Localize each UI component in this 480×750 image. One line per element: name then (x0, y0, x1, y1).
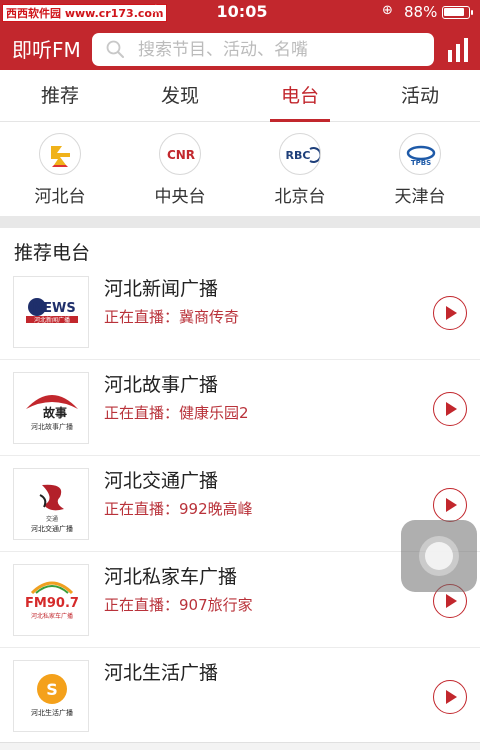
play-icon (446, 690, 457, 704)
app-header: 西西软件园 www.cr173.com ✳ 10:05 ⊕ 88% 即听FM (0, 0, 480, 70)
battery-fill (444, 8, 464, 16)
live-program: 正在直播：冀商传奇 (104, 308, 240, 326)
station-thumbnail: FM90.7 河北私家车广播 (13, 564, 89, 636)
assistive-touch-icon[interactable] (401, 520, 477, 592)
svg-text:TPBS: TPBS (411, 159, 431, 167)
search-icon (106, 40, 124, 58)
tpbs-logo-icon: TPBS (399, 133, 441, 175)
station-thumbnail: NEWS 河北新闻广播 (13, 276, 89, 348)
battery-percent: 88% (404, 3, 438, 21)
list-item[interactable]: 故事 河北故事广播 河北故事广播 正在直播：健康乐园2 (0, 360, 480, 456)
svg-text:CNR: CNR (167, 148, 195, 162)
tab-discover[interactable]: 发现 (120, 70, 240, 122)
station-label: 河北台 (34, 187, 86, 207)
wifi-icon: ✳ (150, 3, 162, 19)
status-time: 10:05 (216, 2, 268, 21)
station-rbc[interactable]: RBC 北京台 (240, 122, 360, 216)
bottom-edge (0, 742, 480, 750)
svg-text:交通: 交通 (46, 515, 58, 523)
list-item[interactable]: S 河北生活广播 河北生活广播 (0, 648, 480, 744)
svg-text:故事: 故事 (43, 405, 67, 420)
svg-text:FM90.7: FM90.7 (25, 596, 79, 611)
play-icon (446, 594, 457, 608)
station-thumbnail: 故事 河北故事广播 (13, 372, 89, 444)
station-cnr[interactable]: CNR 中央台 (120, 122, 240, 216)
play-button[interactable] (433, 680, 467, 714)
svg-text:河北故事广播: 河北故事广播 (31, 422, 73, 431)
tab-bar: 推荐 发现 电台 活动 (0, 70, 480, 122)
play-icon (446, 402, 457, 416)
live-program: 正在直播：907旅行家 (104, 596, 253, 614)
app-title: 即听FM (12, 38, 81, 62)
svg-text:河北生活广播: 河北生活广播 (31, 708, 73, 717)
svg-text:NEWS: NEWS (32, 301, 75, 316)
svg-text:河北私家车广播: 河北私家车广播 (31, 612, 73, 620)
cnr-logo-icon: CNR (159, 133, 201, 175)
play-button[interactable] (433, 488, 467, 522)
station-tpbs[interactable]: TPBS 天津台 (360, 122, 480, 216)
tab-radio[interactable]: 电台 (240, 70, 360, 122)
watermark: 西西软件园 www.cr173.com (2, 4, 168, 22)
section-title: 推荐电台 (14, 242, 91, 264)
station-name: 河北私家车广播 (104, 566, 238, 588)
station-name: 河北故事广播 (104, 374, 219, 396)
assistive-touch-center (425, 542, 453, 570)
live-program: 正在直播：992晚高峰 (104, 500, 253, 518)
status-bar: 西西软件园 www.cr173.com ✳ 10:05 ⊕ 88% (0, 0, 480, 24)
hebei-logo-icon (39, 133, 81, 175)
station-hebei[interactable]: 河北台 (0, 122, 120, 216)
station-name: 河北新闻广播 (104, 278, 219, 300)
svg-text:河北交通广播: 河北交通广播 (31, 524, 73, 533)
station-name: 河北生活广播 (104, 662, 219, 684)
search-bar[interactable] (92, 33, 434, 66)
station-shortcuts: 河北台 CNR 中央台 RBC 北京台 TPBS 天津台 (0, 122, 480, 216)
section-divider (0, 216, 480, 228)
play-button[interactable] (433, 296, 467, 330)
station-label: 北京台 (274, 187, 326, 207)
rank-icon[interactable] (446, 38, 470, 62)
rotation-lock-icon: ⊕ (382, 3, 393, 18)
search-input[interactable] (138, 33, 428, 66)
svg-text:河北新闻广播: 河北新闻广播 (34, 316, 70, 324)
station-thumbnail: S 河北生活广播 (13, 660, 89, 732)
tab-recommend[interactable]: 推荐 (0, 70, 120, 122)
station-name: 河北交通广播 (104, 470, 219, 492)
station-label: 天津台 (394, 187, 446, 207)
svg-text:S: S (46, 680, 58, 699)
play-icon (446, 306, 457, 320)
tab-activity[interactable]: 活动 (360, 70, 480, 122)
play-icon (446, 498, 457, 512)
list-item[interactable]: NEWS 河北新闻广播 河北新闻广播 正在直播：冀商传奇 (0, 264, 480, 360)
play-button[interactable] (433, 392, 467, 426)
live-program: 正在直播：健康乐园2 (104, 404, 249, 422)
station-label: 中央台 (154, 187, 206, 207)
station-thumbnail: 交通 河北交通广播 (13, 468, 89, 540)
rbc-logo-icon: RBC (279, 133, 321, 175)
svg-text:RBC: RBC (286, 149, 311, 162)
battery-icon (442, 6, 473, 19)
